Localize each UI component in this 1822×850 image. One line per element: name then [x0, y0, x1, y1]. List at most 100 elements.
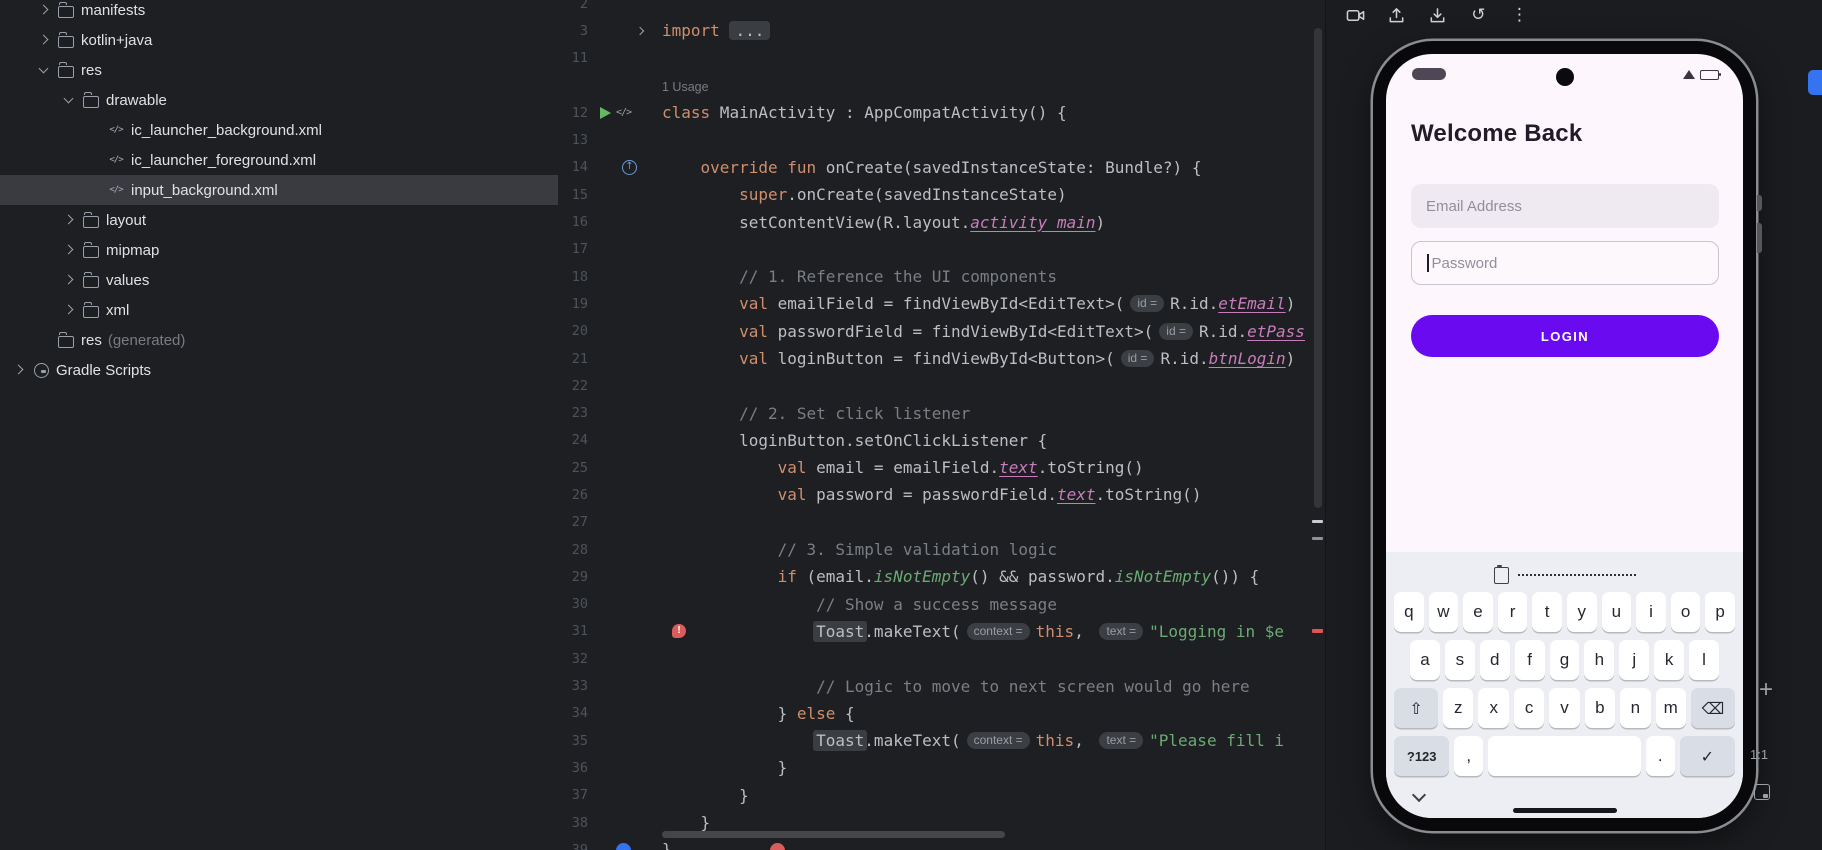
enter-key[interactable]: ✓ — [1679, 736, 1735, 776]
chevron-down-icon[interactable] — [60, 92, 76, 108]
password-suggestion-bar[interactable] — [1386, 562, 1743, 588]
key-v[interactable]: v — [1549, 688, 1580, 728]
key-x[interactable]: x — [1478, 688, 1509, 728]
key-o[interactable]: o — [1670, 592, 1701, 632]
line-number[interactable]: 25 — [558, 460, 588, 476]
key-p[interactable]: p — [1705, 592, 1735, 632]
tree-item-ic-launcher-foreground-xml[interactable]: </> ic_launcher_foreground.xml — [0, 145, 558, 175]
zoom-in-button[interactable]: + — [1753, 676, 1779, 704]
key-u[interactable]: u — [1601, 592, 1632, 632]
tree-item-res[interactable]: res — [0, 55, 558, 85]
line-number[interactable]: 16 — [558, 214, 588, 230]
key-r[interactable]: r — [1497, 592, 1528, 632]
line-number[interactable]: 30 — [558, 596, 588, 612]
password-field[interactable]: Password — [1411, 241, 1719, 285]
line-number[interactable]: 21 — [558, 351, 588, 367]
key-w[interactable]: w — [1428, 592, 1459, 632]
phone-screen[interactable]: Welcome Back Email Address Password LOGI… — [1386, 54, 1743, 818]
login-button[interactable]: LOGIN — [1411, 315, 1719, 357]
more-options-icon[interactable]: ⋮ — [1510, 6, 1529, 25]
line-number[interactable]: 12 — [558, 105, 588, 121]
key-b[interactable]: b — [1584, 688, 1616, 728]
key-n[interactable]: n — [1620, 688, 1651, 728]
line-number[interactable]: 29 — [558, 569, 588, 585]
override-method-icon[interactable]: ↑ — [622, 159, 637, 175]
line-number[interactable]: 17 — [558, 241, 588, 257]
horizontal-scrollbar[interactable] — [662, 831, 1005, 838]
chevron-right-icon[interactable] — [35, 32, 51, 48]
key-f[interactable]: f — [1514, 640, 1545, 680]
chevron-right-icon[interactable] — [35, 2, 51, 18]
vertical-scrollbar[interactable] — [1314, 28, 1322, 508]
tree-item-drawable[interactable]: drawable — [0, 85, 558, 115]
line-number[interactable]: 23 — [558, 405, 588, 421]
tree-item-xml[interactable]: xml — [0, 295, 558, 325]
upload-icon[interactable] — [1387, 6, 1406, 25]
tree-item-kotlin-java[interactable]: kotlin+java — [0, 25, 558, 55]
key-s[interactable]: s — [1444, 640, 1475, 680]
key-y[interactable]: y — [1566, 592, 1597, 632]
tree-item-layout[interactable]: layout — [0, 205, 558, 235]
line-number[interactable]: 34 — [558, 705, 588, 721]
line-number[interactable]: 19 — [558, 296, 588, 312]
line-number[interactable]: 35 — [558, 733, 588, 749]
key-j[interactable]: j — [1619, 640, 1650, 680]
line-number[interactable]: 14 — [558, 159, 588, 175]
line-number[interactable]: 37 — [558, 787, 588, 803]
related-xml-icon[interactable]: </> — [616, 107, 632, 118]
fit-to-window-icon[interactable] — [1754, 784, 1770, 800]
line-number[interactable]: 36 — [558, 760, 588, 776]
tree-item-values[interactable]: values — [0, 265, 558, 295]
line-number[interactable]: 22 — [558, 378, 588, 394]
tree-item-manifests[interactable]: manifests — [0, 0, 558, 25]
key-z[interactable]: z — [1443, 688, 1474, 728]
chevron-right-icon[interactable] — [60, 302, 76, 318]
tree-item-res[interactable]: res (generated) — [0, 325, 558, 355]
key-q[interactable]: q — [1394, 592, 1424, 632]
key-d[interactable]: d — [1479, 640, 1510, 680]
line-number[interactable]: 24 — [558, 432, 588, 448]
key-i[interactable]: i — [1636, 592, 1666, 632]
run-icon[interactable] — [600, 106, 611, 119]
line-number[interactable]: 27 — [558, 514, 588, 530]
line-number[interactable]: 31 — [558, 623, 588, 639]
collapse-keyboard-icon[interactable] — [1412, 788, 1426, 802]
line-number[interactable]: 38 — [558, 815, 588, 831]
code-editor[interactable]: 2 3 import ... 11 1 Usage 12 </> class MainActi… — [558, 0, 1325, 850]
key-e[interactable]: e — [1463, 592, 1493, 632]
line-number[interactable]: 26 — [558, 487, 588, 503]
tree-item-input-background-xml[interactable]: </> input_background.xml — [0, 175, 558, 205]
download-icon[interactable] — [1428, 6, 1447, 25]
line-number[interactable]: 28 — [558, 542, 588, 558]
line-number[interactable]: 3 — [558, 23, 588, 39]
tool-stripe-active-icon[interactable] — [1808, 70, 1822, 95]
shift-key[interactable]: ⇧ — [1394, 688, 1439, 728]
key-l[interactable]: l — [1689, 640, 1720, 680]
line-number[interactable]: 13 — [558, 132, 588, 148]
email-field[interactable]: Email Address — [1411, 184, 1719, 228]
line-number[interactable]: 15 — [558, 187, 588, 203]
line-number[interactable]: 18 — [558, 269, 588, 285]
reset-icon[interactable]: ↺ — [1469, 6, 1488, 25]
line-number[interactable]: 33 — [558, 678, 588, 694]
line-number[interactable]: 2 — [558, 0, 588, 12]
tree-item-gradle-scripts[interactable]: Gradle Scripts — [0, 355, 558, 385]
space-key[interactable] — [1488, 736, 1641, 776]
key-k[interactable]: k — [1654, 640, 1685, 680]
line-number[interactable]: 32 — [558, 651, 588, 667]
tree-item-ic-launcher-background-xml[interactable]: </> ic_launcher_background.xml — [0, 115, 558, 145]
line-number[interactable]: 20 — [558, 323, 588, 339]
key-h[interactable]: h — [1584, 640, 1615, 680]
backspace-key[interactable]: ⌫ — [1690, 688, 1735, 728]
period-key[interactable]: . — [1645, 736, 1675, 776]
chevron-right-icon[interactable] — [60, 212, 76, 228]
key-g[interactable]: g — [1549, 640, 1580, 680]
chevron-down-icon[interactable] — [35, 62, 51, 78]
comma-key[interactable]: , — [1454, 736, 1484, 776]
key-c[interactable]: c — [1513, 688, 1545, 728]
line-number[interactable]: 11 — [558, 50, 588, 66]
tree-item-mipmap[interactable]: mipmap — [0, 235, 558, 265]
home-indicator[interactable] — [1512, 808, 1617, 813]
key-m[interactable]: m — [1655, 688, 1686, 728]
screen-record-icon[interactable] — [1346, 6, 1365, 25]
